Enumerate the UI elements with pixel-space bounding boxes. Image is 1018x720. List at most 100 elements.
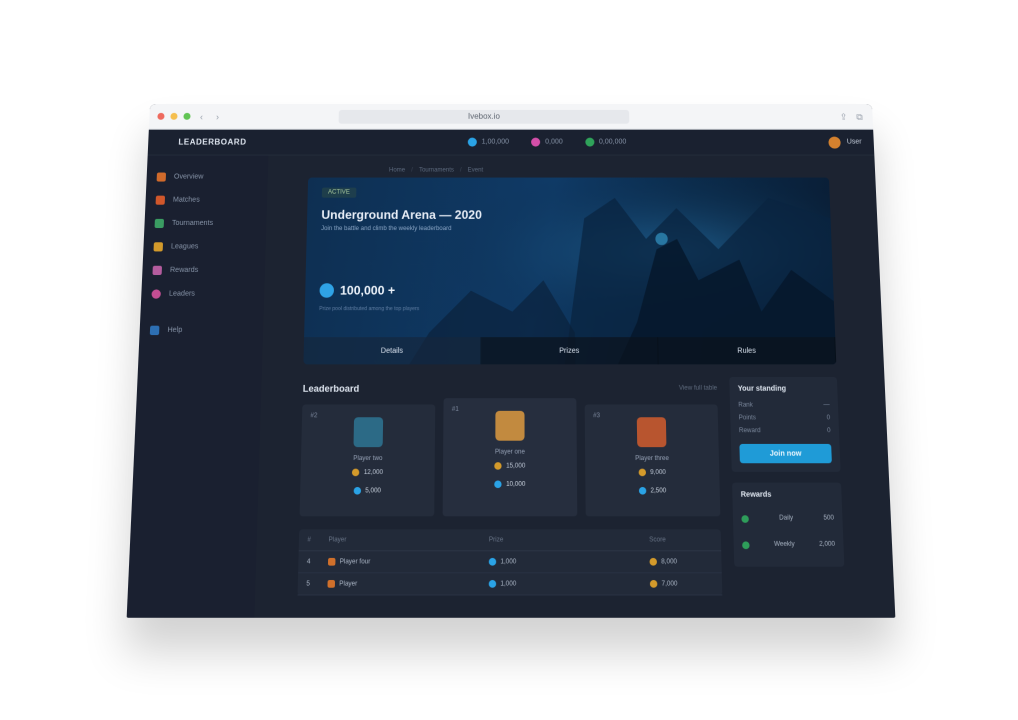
player-avatar xyxy=(495,410,525,441)
address-text: Ivebox.io xyxy=(467,111,501,121)
podium-card[interactable]: #2 Player two 12,000 5,000 xyxy=(299,404,436,517)
browser-window: ‹ › Ivebox.io ⇪ ⧉ LEADERBOARD 1,00,000 0… xyxy=(126,104,896,618)
join-button[interactable]: Join now xyxy=(739,443,832,464)
standing-row: Reward 0 xyxy=(739,425,831,438)
stat-value: 1,00,000 xyxy=(481,138,509,146)
sidebar-item-label: Leagues xyxy=(170,243,199,251)
row-score: 8,000 xyxy=(649,557,713,566)
breadcrumb-item[interactable]: Home xyxy=(389,168,405,174)
tab-details[interactable]: Details xyxy=(303,337,482,365)
row-prize: 1,000 xyxy=(488,579,650,588)
standing-value: — xyxy=(823,402,830,409)
share-icon[interactable]: ⇪ xyxy=(838,111,848,121)
brand-logo[interactable]: LEADERBOARD xyxy=(178,138,246,147)
score-value: 15,000 xyxy=(506,462,526,470)
prize-value: 1,000 xyxy=(500,558,517,566)
stat-value: 0,00,000 xyxy=(598,138,627,146)
right-column: Your standing Rank — Points 0 Reward 0 J… xyxy=(729,377,845,596)
stat-blue: 1,00,000 xyxy=(467,137,509,147)
rank-label: #1 xyxy=(451,406,459,413)
minimize-window-icon[interactable] xyxy=(170,112,178,120)
reward-icon xyxy=(741,514,749,523)
leaderboard: Leaderboard View full table #2 Player tw… xyxy=(297,377,723,596)
prize-value: 10,000 xyxy=(506,481,526,488)
avatar[interactable] xyxy=(828,136,842,149)
rank-label: #3 xyxy=(593,412,601,420)
player-avatar xyxy=(327,557,336,566)
reward-icon xyxy=(742,540,750,549)
row-player: Player xyxy=(327,579,488,588)
matches-icon xyxy=(155,195,166,205)
user-menu[interactable]: User xyxy=(828,136,862,149)
tab-rules[interactable]: Rules xyxy=(658,337,837,365)
player-name: Player xyxy=(339,580,358,588)
hero-tabs: Details Prizes Rules xyxy=(303,337,837,365)
tab-prizes[interactable]: Prizes xyxy=(481,337,659,365)
row-prize: 1,000 xyxy=(488,557,650,566)
player-name: Player one xyxy=(494,449,525,456)
score-value: 12,000 xyxy=(363,469,384,476)
breadcrumb-item[interactable]: Tournaments xyxy=(419,168,454,174)
sidebar-item-leaders[interactable]: Leaders xyxy=(141,282,265,306)
podium-card[interactable]: #1 Player one 15,000 10,000 xyxy=(442,398,578,517)
player-score: 15,000 xyxy=(494,462,526,470)
panel-title: Rewards xyxy=(740,491,772,499)
sidebar-item-label: Tournaments xyxy=(171,219,214,228)
table-row[interactable]: 4 Player four 1,000 8,000 xyxy=(298,551,722,574)
tabs-icon[interactable]: ⧉ xyxy=(854,111,864,121)
coin-icon xyxy=(467,137,477,147)
address-bar[interactable]: Ivebox.io xyxy=(338,109,630,124)
rewards-panel: Rewards Daily 500 Weekly 2,000 xyxy=(732,482,845,567)
view-all-link[interactable]: View full table xyxy=(679,385,717,391)
hero-subtitle: Join the battle and climb the weekly lea… xyxy=(320,225,452,233)
player-avatar xyxy=(636,417,667,448)
table-row[interactable]: 5 Player 1,000 7,000 xyxy=(297,573,723,596)
sidebar-item-help[interactable]: Help xyxy=(139,318,263,342)
close-window-icon[interactable] xyxy=(157,112,165,120)
breadcrumb: Home / Tournaments / Event xyxy=(308,164,829,178)
prize-value: 1,000 xyxy=(500,580,517,588)
player-avatar xyxy=(327,579,336,588)
player-prize: 10,000 xyxy=(494,480,526,489)
row-rank: 5 xyxy=(306,580,310,588)
column-header[interactable]: Prize xyxy=(489,537,649,544)
chevron-left-icon[interactable]: ‹ xyxy=(196,111,206,121)
player-score: 9,000 xyxy=(638,468,666,477)
sidebar-item-label: Matches xyxy=(172,196,200,204)
coin-icon xyxy=(494,480,502,489)
leaderboard-title: Leaderboard xyxy=(302,383,360,394)
app: LEADERBOARD 1,00,000 0,000 0,00,000 User… xyxy=(126,129,896,618)
breadcrumb-separator: / xyxy=(411,167,413,174)
sidebar-item-label: Rewards xyxy=(169,266,199,274)
chevron-right-icon[interactable]: › xyxy=(212,111,222,121)
coin-icon xyxy=(494,462,502,470)
stat-green: 0,00,000 xyxy=(584,137,627,147)
player-prize: 2,500 xyxy=(638,486,666,495)
reward-row[interactable]: Daily 500 xyxy=(741,505,834,531)
rank-label: #2 xyxy=(310,412,318,420)
column-header[interactable]: Score xyxy=(649,537,712,544)
coin-icon xyxy=(649,579,658,588)
player-score: 12,000 xyxy=(352,468,384,477)
sidebar-item-leagues[interactable]: Leagues xyxy=(143,235,266,258)
maximize-window-icon[interactable] xyxy=(183,112,191,120)
overview-icon xyxy=(156,172,167,182)
reward-row[interactable]: Weekly 2,000 xyxy=(742,532,836,558)
sidebar-item-rewards[interactable]: Rewards xyxy=(142,259,265,283)
stat-pink: 0,000 xyxy=(531,137,563,147)
column-header: # xyxy=(307,536,312,544)
gem-icon xyxy=(531,137,541,147)
top-stats: 1,00,000 0,000 0,00,000 xyxy=(467,137,627,147)
coin-icon xyxy=(649,557,658,566)
prize-value: 100,000 + xyxy=(339,283,396,298)
stage: ‹ › Ivebox.io ⇪ ⧉ LEADERBOARD 1,00,000 0… xyxy=(0,0,1018,720)
sidebar-item-tournaments[interactable]: Tournaments xyxy=(144,212,267,235)
user-name: User xyxy=(846,138,862,146)
score-value: 7,000 xyxy=(661,580,678,588)
reward-label: Daily xyxy=(779,515,794,522)
stat-value: 0,000 xyxy=(545,138,563,146)
sidebar-item-overview[interactable]: Overview xyxy=(146,166,268,189)
podium-card[interactable]: #3 Player three 9,000 2,500 xyxy=(584,404,721,517)
sidebar-item-matches[interactable]: Matches xyxy=(145,189,267,212)
column-header[interactable]: Player xyxy=(328,537,488,544)
